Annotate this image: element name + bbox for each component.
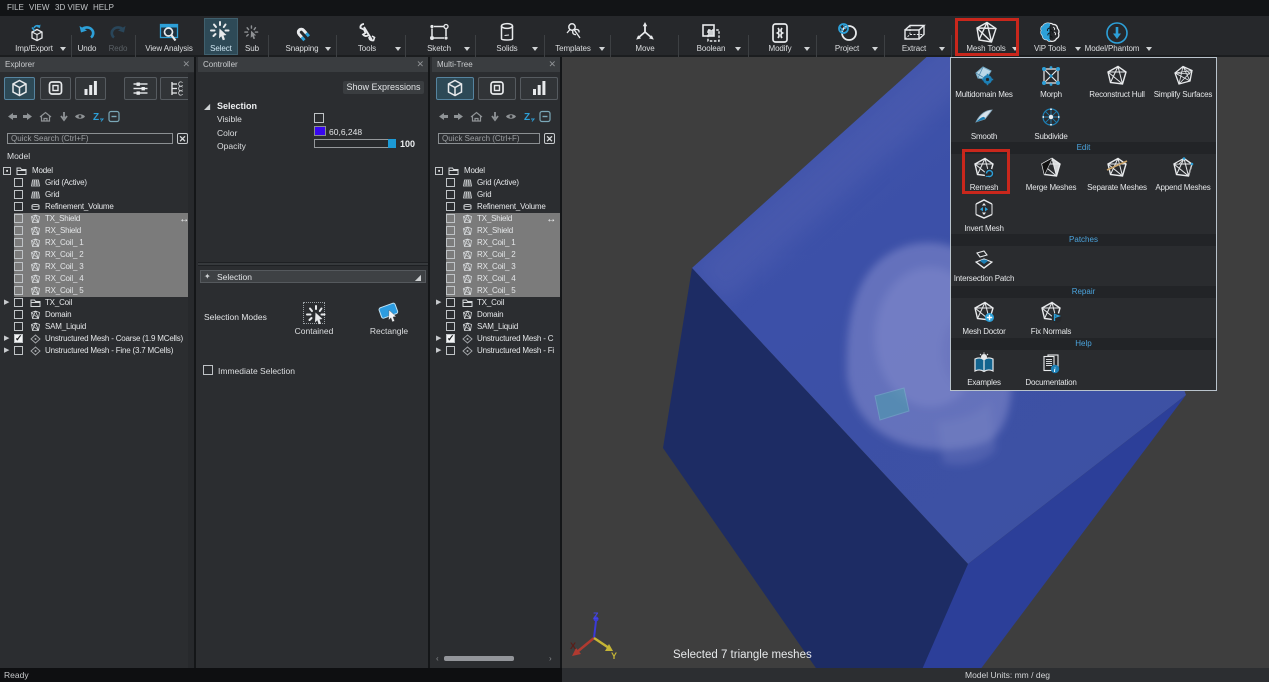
svg-text:Selected 7 triangle meshes: Selected 7 triangle meshes <box>673 649 812 661</box>
svg-text:X: X <box>570 641 576 651</box>
svg-text:Z: Z <box>524 112 530 123</box>
svg-text:Y: Y <box>611 651 617 661</box>
svg-text:Z: Z <box>93 112 99 123</box>
svg-text:C: C <box>178 91 183 98</box>
svg-text:Z: Z <box>593 611 599 621</box>
svg-text:i: i <box>1054 367 1056 374</box>
